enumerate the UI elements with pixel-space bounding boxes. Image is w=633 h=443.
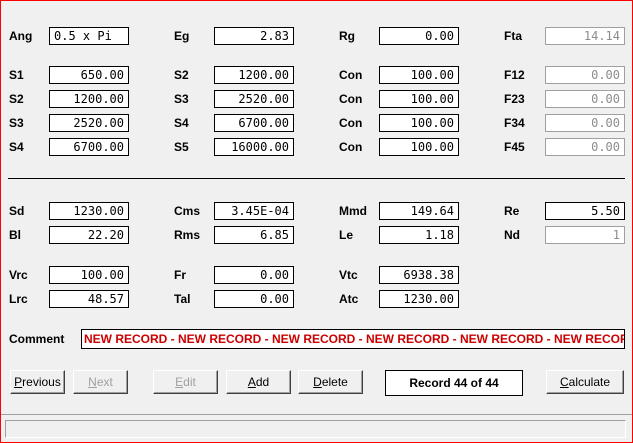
delete-mnemonic: D — [313, 375, 322, 389]
comment-label: Comment — [9, 332, 65, 346]
label-rms-r7: Rms — [174, 228, 201, 242]
label-bl-r7: Bl — [9, 228, 21, 242]
label-rg-r1: Rg — [339, 29, 355, 43]
label-f34-r4: F34 — [504, 116, 525, 130]
label-vtc-r8: Vtc — [339, 268, 358, 282]
label-con-r2: Con — [339, 68, 363, 82]
field-eg-r1[interactable]: 2.83 — [214, 27, 294, 45]
field-con-r3[interactable]: 100.00 — [379, 90, 459, 108]
field-re-r6[interactable]: 5.50 — [545, 202, 625, 220]
comment-field[interactable]: NEW RECORD - NEW RECORD - NEW RECORD - N… — [81, 329, 625, 349]
next-button[interactable]: Next — [73, 370, 128, 394]
label-re-r6: Re — [504, 204, 520, 218]
calculate-label-rest: alculate — [568, 375, 611, 389]
delete-button[interactable]: Delete — [298, 370, 363, 394]
previous-mnemonic: P — [14, 375, 23, 389]
field-s2-r3[interactable]: 1200.00 — [49, 90, 129, 108]
field-vtc-r8[interactable]: 6938.38 — [379, 266, 459, 284]
field-f34-r4[interactable]: 0.00 — [545, 114, 625, 132]
status-bar — [1, 414, 632, 442]
label-eg-r1: Eg — [174, 29, 190, 43]
field-vrc-r8[interactable]: 100.00 — [49, 266, 129, 284]
label-s3-r3: S3 — [174, 92, 189, 106]
field-s1-r2[interactable]: 650.00 — [49, 66, 129, 84]
label-atc-r9: Atc — [339, 292, 359, 306]
label-s4-r4: S4 — [174, 116, 189, 130]
field-le-r7[interactable]: 1.18 — [379, 226, 459, 244]
field-s4-r4[interactable]: 6700.00 — [214, 114, 294, 132]
field-f12-r2[interactable]: 0.00 — [545, 66, 625, 84]
next-mnemonic: N — [88, 375, 97, 389]
field-s4-r5[interactable]: 6700.00 — [49, 138, 129, 156]
field-s3-r4[interactable]: 2520.00 — [49, 114, 129, 132]
field-cms-r6[interactable]: 3.45E-04 — [214, 202, 294, 220]
label-s4-r5: S4 — [9, 140, 24, 154]
field-rms-r7[interactable]: 6.85 — [214, 226, 294, 244]
delete-label-rest: elete — [321, 375, 348, 389]
add-label-rest: dd — [255, 375, 270, 389]
previous-label-rest: revious — [22, 375, 61, 389]
label-con-r4: Con — [339, 116, 363, 130]
calculate-mnemonic: C — [559, 375, 569, 389]
label-f23-r3: F23 — [504, 92, 525, 106]
field-atc-r9[interactable]: 1230.00 — [379, 290, 459, 308]
field-s2-r2[interactable]: 1200.00 — [214, 66, 294, 84]
previous-button[interactable]: Previous — [10, 370, 65, 394]
edit-mnemonic: E — [175, 375, 184, 389]
record-indicator: Record 44 of 44 — [385, 370, 523, 396]
field-s3-r3[interactable]: 2520.00 — [214, 90, 294, 108]
field-nd-r7[interactable]: 1 — [545, 226, 625, 244]
calculator-window: Ang 0.5 x Pi Eg 2.83 Rg 0.00 Fta 14.14 S1 650.00 S… — [0, 0, 633, 443]
field-con-r2[interactable]: 100.00 — [379, 66, 459, 84]
field-tal-r9[interactable]: 0.00 — [214, 290, 294, 308]
label-le-r7: Le — [339, 228, 354, 242]
label-con-r3: Con — [339, 92, 363, 106]
label-s1-r2: S1 — [9, 68, 24, 82]
field-fta-r1[interactable]: 14.14 — [545, 27, 625, 45]
field-sd-r6[interactable]: 1230.00 — [49, 202, 129, 220]
label-sd-r6: Sd — [9, 204, 25, 218]
label-mmd-r6: Mmd — [339, 204, 367, 218]
edit-button[interactable]: Edit — [153, 370, 218, 394]
label-f12-r2: F12 — [504, 68, 525, 82]
label-s3-r4: S3 — [9, 116, 24, 130]
field-con-r4[interactable]: 100.00 — [379, 114, 459, 132]
label-s2-r3: S2 — [9, 92, 24, 106]
label-ang-r1: Ang — [9, 29, 33, 43]
label-cms-r6: Cms — [174, 204, 201, 218]
calculate-button[interactable]: Calculate — [546, 370, 624, 394]
section-divider — [8, 178, 625, 179]
label-f45-r5: F45 — [504, 140, 525, 154]
label-s5-r5: S5 — [174, 140, 189, 154]
label-tal-r9: Tal — [174, 292, 191, 306]
add-mnemonic: A — [247, 375, 256, 389]
label-s2-r2: S2 — [174, 68, 189, 82]
field-f45-r5[interactable]: 0.00 — [545, 138, 625, 156]
field-mmd-r6[interactable]: 149.64 — [379, 202, 459, 220]
field-lrc-r9[interactable]: 48.57 — [49, 290, 129, 308]
edit-label-rest: dit — [183, 375, 196, 389]
label-lrc-r9: Lrc — [9, 292, 28, 306]
field-f23-r3[interactable]: 0.00 — [545, 90, 625, 108]
status-pane — [5, 420, 626, 438]
field-ang-r1[interactable]: 0.5 x Pi — [49, 27, 129, 45]
label-nd-r7: Nd — [504, 228, 520, 242]
field-con-r5[interactable]: 100.00 — [379, 138, 459, 156]
field-bl-r7[interactable]: 22.20 — [49, 226, 129, 244]
field-fr-r8[interactable]: 0.00 — [214, 266, 294, 284]
label-fr-r8: Fr — [174, 268, 186, 282]
next-label-rest: ext — [96, 375, 113, 389]
add-button[interactable]: Add — [226, 370, 291, 394]
label-vrc-r8: Vrc — [9, 268, 28, 282]
label-con-r5: Con — [339, 140, 363, 154]
label-fta-r1: Fta — [504, 29, 522, 43]
field-s5-r5[interactable]: 16000.00 — [214, 138, 294, 156]
field-rg-r1[interactable]: 0.00 — [379, 27, 459, 45]
